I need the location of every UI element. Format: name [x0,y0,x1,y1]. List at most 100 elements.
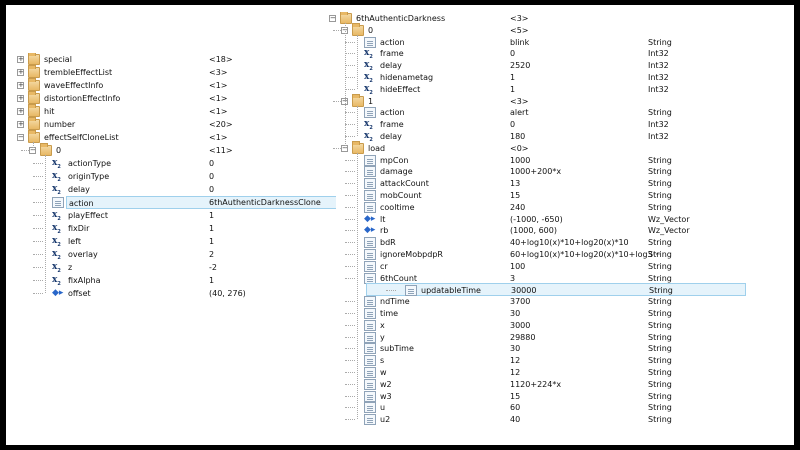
node-value: 1 [209,237,215,246]
tree-row[interactable]: + special <18> [16,53,326,66]
tree-row[interactable]: + number <20> [16,117,326,131]
tree-row[interactable]: x2 left 1 [16,235,326,248]
node-value: <1> [209,94,228,103]
int-node-icon: x2 [364,60,373,72]
tree-connector-line [33,176,43,177]
string-node-icon [364,249,376,260]
int-node-icon: x2 [364,119,373,131]
tree-row[interactable]: − effectSelfCloneList <1> [16,130,326,144]
collapse-toggle-icon[interactable]: − [329,15,336,22]
node-name: special [44,55,72,64]
int-node-icon: x2 [52,275,61,287]
tree-connector-line [345,301,355,303]
tree-connector-line [33,163,43,164]
node-name: playEffect [68,211,108,220]
tree-row[interactable]: u2 40 String [326,413,746,426]
node-name: u2 [380,415,391,425]
string-node-icon [364,237,376,249]
tree-connector-line [33,293,43,294]
node-value: <1> [209,133,228,142]
tree-connector-line [345,383,355,385]
node-name-cell: distortionEffectInfo [42,92,207,105]
folder-icon [28,65,40,78]
tree-connector-line [345,265,355,267]
tree-connector-line [33,254,43,255]
tree-row[interactable]: x2 overlay 2 [16,248,326,261]
tree-row[interactable]: action 6thAuthenticDarknessClone [16,196,336,209]
tree-row[interactable]: + waveEffectInfo <1> [16,78,326,92]
folder-icon [340,12,352,24]
vector-node-icon: ◆▸ [52,288,64,298]
folder-icon [28,91,40,104]
right-tree-panel[interactable]: −6thAuthenticDarkness <3> −0 <5> action blink… [326,12,766,440]
tree-row[interactable]: x2 z -2 [16,261,326,274]
collapse-toggle-icon[interactable]: − [17,134,24,141]
expand-toggle-icon[interactable]: + [17,121,24,128]
int-node-icon: x2 [364,83,373,96]
node-value: 1 [209,276,215,285]
string-node-icon [364,402,376,414]
expand-toggle-icon[interactable]: + [17,95,24,102]
vector-node-icon: ◆▸ [364,225,376,236]
expand-toggle-icon[interactable]: + [17,56,24,63]
int-node-icon: x2 [52,262,61,274]
string-node-icon [364,414,376,426]
tree-row[interactable]: x2 fixDir 1 [16,222,326,235]
folder-icon [352,93,364,107]
tree-connector-line [345,218,355,220]
node-name: fixAlpha [68,276,101,285]
tree-connector-line [345,372,355,373]
string-node-icon [364,355,376,367]
tree-connector-line [33,280,43,281]
node-name-cell: 0 [54,144,207,157]
node-name-cell: waveEffectInfo [42,79,207,92]
tree-connector-line [345,313,355,314]
node-name: number [44,120,76,129]
tree-connector-line [345,171,355,173]
node-value: -2 [209,263,217,272]
node-name: actionType [68,159,111,168]
tree-connector-line [345,159,355,161]
tree-connector-line [345,88,355,90]
string-node-icon [364,178,376,190]
screenshot-frame: + special <18> + trembleEffectList <3> + waveEf… [6,5,794,445]
tree-row[interactable]: x2 actionType 0 [16,157,326,170]
node-name-cell: delay [66,183,207,196]
tree-connector-line [345,242,355,244]
tree-row[interactable]: x2 originType 0 [16,170,326,183]
node-value: <1> [209,81,228,90]
tree-guide-line [345,23,346,148]
folder-icon [28,130,40,143]
tree-guide-line [357,34,358,89]
node-name-cell: offset [66,287,207,300]
node-value: 6thAuthenticDarknessClone [209,198,321,207]
tree-row[interactable]: x2 fixAlpha 1 [16,274,326,287]
node-name: waveEffectInfo [44,81,104,90]
tree-connector-line [345,419,355,421]
tree-row[interactable]: x2 playEffect 1 [16,209,326,222]
node-name-cell: actionType [66,157,207,170]
tree-row[interactable]: + trembleEffectList <3> [16,65,326,79]
expand-toggle-icon[interactable]: + [17,108,24,115]
left-tree-panel[interactable]: + special <18> + trembleEffectList <3> + waveEf… [16,53,336,313]
tree-row[interactable]: + distortionEffectInfo <1> [16,91,326,105]
expand-toggle-icon[interactable]: + [17,82,24,89]
int-node-icon: x2 [52,223,61,235]
tree-connector-line [345,65,355,67]
int-node-icon: x2 [52,236,61,248]
folder-icon [28,104,40,117]
tree-row[interactable]: x2 delay 0 [16,183,326,196]
string-node-icon [364,260,376,272]
expand-toggle-icon[interactable]: + [17,69,24,76]
node-name-cell: overlay [66,248,207,261]
node-name: distortionEffectInfo [44,94,121,103]
tree-row[interactable]: + hit <1> [16,104,326,118]
node-value: 0 [209,172,215,181]
node-name: delay [68,185,90,194]
tree-row[interactable]: −0 <11> [16,143,326,157]
tree-connector-line [345,206,355,208]
node-name: fixDir [68,224,90,233]
tree-row[interactable]: ◆▸ offset (40, 276) [16,287,326,300]
string-node-icon [364,201,376,213]
tree-guide-line [357,152,358,420]
